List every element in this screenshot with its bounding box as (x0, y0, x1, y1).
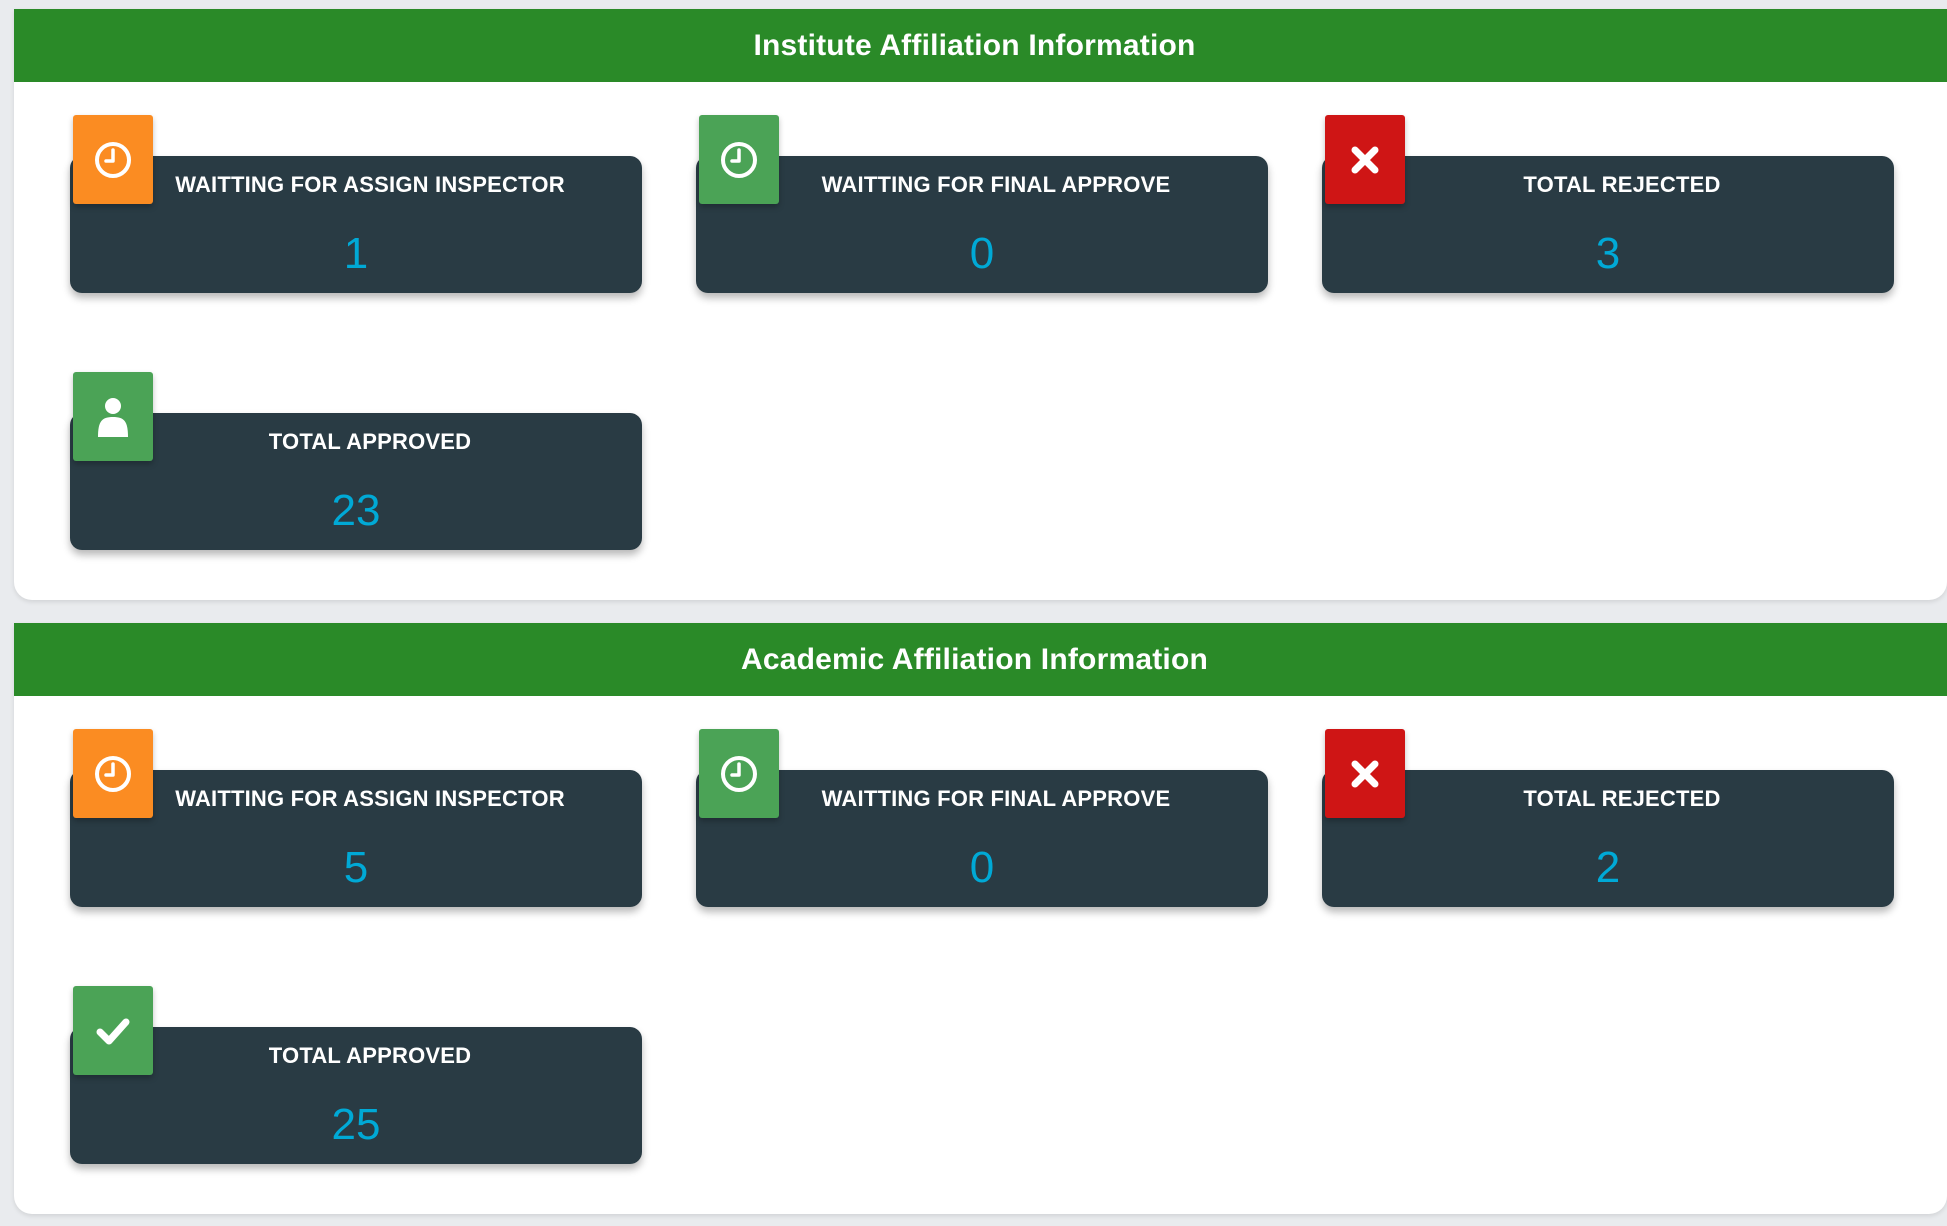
close-icon (1325, 115, 1405, 204)
institute-affiliation-panel: Institute Affiliation Information WAITTI… (14, 9, 1947, 600)
card-label: TOTAL APPROVED (268, 429, 472, 454)
clock-icon (699, 729, 779, 818)
institute-card-total-rejected[interactable]: TOTAL REJECTED 3 (1322, 156, 1894, 293)
check-icon (73, 986, 153, 1075)
card-value: 1 (343, 229, 369, 278)
card-value: 23 (331, 486, 381, 535)
clock-icon (73, 729, 153, 818)
card-value: 25 (331, 1100, 381, 1149)
card-label: WAITTING FOR ASSIGN INSPECTOR (175, 786, 565, 811)
institute-card-waiting-final-approve[interactable]: WAITTING FOR FINAL APPROVE 0 (696, 156, 1268, 293)
card-value: 0 (969, 843, 995, 892)
card-label: WAITTING FOR FINAL APPROVE (821, 786, 1171, 811)
institute-card-waiting-assign-inspector[interactable]: WAITTING FOR ASSIGN INSPECTOR 1 (70, 156, 642, 293)
card-label: WAITTING FOR ASSIGN INSPECTOR (175, 172, 565, 197)
institute-card-total-approved[interactable]: TOTAL APPROVED 23 (70, 413, 642, 550)
academic-card-total-approved[interactable]: TOTAL APPROVED 25 (70, 1027, 642, 1164)
academic-panel-title: Academic Affiliation Information (741, 642, 1208, 676)
card-value: 3 (1595, 229, 1621, 278)
clock-icon (699, 115, 779, 204)
card-label: TOTAL APPROVED (268, 1043, 472, 1068)
academic-panel-header: Academic Affiliation Information (14, 623, 1947, 696)
academic-card-waiting-assign-inspector[interactable]: WAITTING FOR ASSIGN INSPECTOR 5 (70, 770, 642, 907)
clock-icon (73, 115, 153, 204)
user-icon (73, 372, 153, 461)
card-value: 0 (969, 229, 995, 278)
card-value: 2 (1595, 843, 1621, 892)
institute-panel-header: Institute Affiliation Information (14, 9, 1947, 82)
card-label: TOTAL REJECTED (1523, 172, 1721, 197)
card-value: 5 (343, 843, 369, 892)
academic-affiliation-panel: Academic Affiliation Information WAITTIN… (14, 623, 1947, 1214)
academic-card-total-rejected[interactable]: TOTAL REJECTED 2 (1322, 770, 1894, 907)
close-icon (1325, 729, 1405, 818)
academic-card-waiting-final-approve[interactable]: WAITTING FOR FINAL APPROVE 0 (696, 770, 1268, 907)
card-label: WAITTING FOR FINAL APPROVE (821, 172, 1171, 197)
card-label: TOTAL REJECTED (1523, 786, 1721, 811)
institute-panel-title: Institute Affiliation Information (753, 28, 1196, 62)
